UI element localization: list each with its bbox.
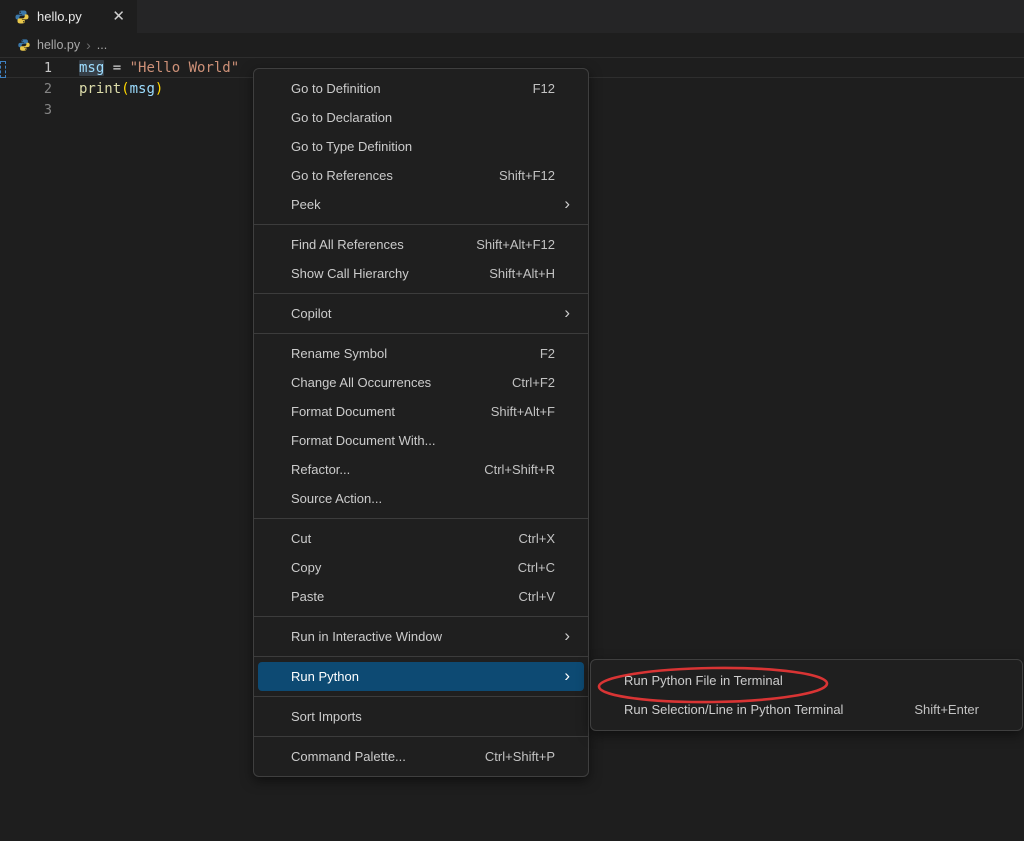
menu-item-label: Command Palette...	[291, 749, 485, 764]
menu-item-run-python-file-in-terminal[interactable]: Run Python File in Terminal	[591, 666, 1022, 695]
menu-item-shortcut: Ctrl+F2	[512, 375, 555, 390]
menu-item-label: Format Document	[291, 404, 491, 419]
menu-item-copy[interactable]: CopyCtrl+C	[254, 553, 588, 582]
menu-separator	[254, 696, 588, 697]
menu-item-find-all-references[interactable]: Find All ReferencesShift+Alt+F12	[254, 230, 588, 259]
menu-item-run-in-interactive-window[interactable]: Run in Interactive Window›	[254, 622, 588, 651]
menu-item-cut[interactable]: CutCtrl+X	[254, 524, 588, 553]
menu-separator	[254, 616, 588, 617]
menu-item-shortcut: Ctrl+X	[519, 531, 555, 546]
python-icon	[14, 9, 30, 25]
line-number: 1	[0, 60, 52, 76]
menu-item-rename-symbol[interactable]: Rename SymbolF2	[254, 339, 588, 368]
menu-separator	[254, 224, 588, 225]
code-token: msg	[79, 60, 104, 76]
menu-item-change-all-occurrences[interactable]: Change All OccurrencesCtrl+F2	[254, 368, 588, 397]
menu-item-label: Find All References	[291, 237, 476, 252]
line-number: 3	[0, 102, 52, 118]
menu-item-label: Format Document With...	[291, 433, 570, 448]
breadcrumb[interactable]: hello.py › ...	[0, 33, 1024, 57]
menu-item-source-action[interactable]: Source Action...	[254, 484, 588, 513]
python-icon	[17, 38, 31, 52]
line-number: 2	[0, 81, 52, 97]
run-python-submenu: Run Python File in Terminal Run Selection…	[590, 659, 1023, 731]
menu-item-sort-imports[interactable]: Sort Imports	[254, 702, 588, 731]
menu-item-peek[interactable]: Peek›	[254, 190, 588, 219]
code-text: print(msg)	[79, 81, 163, 97]
code-token: print	[79, 81, 121, 97]
menu-item-shortcut: Shift+Enter	[914, 702, 979, 717]
menu-item-label: Refactor...	[291, 462, 484, 477]
menu-separator	[254, 736, 588, 737]
menu-item-shortcut: Ctrl+V	[519, 589, 555, 604]
menu-item-label: Copy	[291, 560, 518, 575]
menu-item-shortcut: Ctrl+Shift+R	[484, 462, 555, 477]
code-token: (	[121, 81, 129, 97]
menu-item-label: Source Action...	[291, 491, 570, 506]
menu-item-label: Run Python	[291, 669, 564, 684]
submenu-chevron-icon: ›	[564, 195, 570, 212]
submenu-chevron-icon: ›	[564, 627, 570, 644]
menu-item-label: Paste	[291, 589, 519, 604]
editor-focus-marker	[0, 61, 6, 78]
menu-item-shortcut: F2	[540, 346, 555, 361]
menu-item-go-to-declaration[interactable]: Go to Declaration	[254, 103, 588, 132]
tab-title: hello.py	[37, 9, 103, 24]
menu-item-shortcut: Ctrl+C	[518, 560, 555, 575]
menu-item-refactor[interactable]: Refactor...Ctrl+Shift+R	[254, 455, 588, 484]
vscode-window: { "colors": { "editor_bg": "#1e1e1e", "t…	[0, 0, 1024, 841]
code-token: )	[155, 81, 163, 97]
menu-separator	[254, 518, 588, 519]
breadcrumb-file[interactable]: hello.py	[37, 38, 80, 52]
tab-hello-py[interactable]: hello.py ✕	[0, 0, 137, 33]
menu-item-label: Run in Interactive Window	[291, 629, 564, 644]
menu-item-go-to-type-definition[interactable]: Go to Type Definition	[254, 132, 588, 161]
menu-item-shortcut: Shift+Alt+H	[489, 266, 555, 281]
menu-item-label: Go to References	[291, 168, 499, 183]
menu-item-label: Sort Imports	[291, 709, 570, 724]
menu-item-run-python[interactable]: Run Python›	[258, 662, 584, 691]
menu-item-shortcut: Ctrl+Shift+P	[485, 749, 555, 764]
breadcrumb-ellipsis[interactable]: ...	[97, 38, 107, 52]
menu-item-shortcut: Shift+F12	[499, 168, 555, 183]
menu-separator	[254, 293, 588, 294]
code-text: msg = "Hello World"	[79, 60, 239, 76]
menu-item-shortcut: Shift+Alt+F	[491, 404, 555, 419]
menu-item-command-palette[interactable]: Command Palette...Ctrl+Shift+P	[254, 742, 588, 771]
menu-separator	[254, 656, 588, 657]
menu-item-label: Change All Occurrences	[291, 375, 512, 390]
menu-item-go-to-definition[interactable]: Go to DefinitionF12	[254, 74, 588, 103]
menu-item-format-document[interactable]: Format DocumentShift+Alt+F	[254, 397, 588, 426]
menu-item-label: Copilot	[291, 306, 564, 321]
menu-separator	[254, 333, 588, 334]
menu-item-label: Go to Declaration	[291, 110, 570, 125]
submenu-chevron-icon: ›	[564, 667, 570, 684]
code-token: "Hello World"	[130, 60, 240, 76]
menu-item-copilot[interactable]: Copilot›	[254, 299, 588, 328]
menu-item-label: Cut	[291, 531, 519, 546]
code-token: =	[104, 60, 129, 76]
context-menu: Go to DefinitionF12 Go to Declaration Go t…	[253, 68, 589, 777]
tab-close-icon[interactable]: ✕	[110, 9, 127, 24]
tab-bar: hello.py ✕	[0, 0, 1024, 33]
menu-item-label: Rename Symbol	[291, 346, 540, 361]
code-token: msg	[130, 81, 155, 97]
menu-item-label: Show Call Hierarchy	[291, 266, 489, 281]
menu-item-label: Run Selection/Line in Python Terminal	[624, 702, 914, 717]
submenu-chevron-icon: ›	[564, 304, 570, 321]
menu-item-go-to-references[interactable]: Go to ReferencesShift+F12	[254, 161, 588, 190]
menu-item-shortcut: F12	[533, 81, 555, 96]
menu-item-label: Peek	[291, 197, 564, 212]
menu-item-paste[interactable]: PasteCtrl+V	[254, 582, 588, 611]
menu-item-label: Run Python File in Terminal	[624, 673, 994, 688]
menu-item-shortcut: Shift+Alt+F12	[476, 237, 555, 252]
chevron-right-icon: ›	[86, 37, 91, 53]
menu-item-format-document-with[interactable]: Format Document With...	[254, 426, 588, 455]
menu-item-show-call-hierarchy[interactable]: Show Call HierarchyShift+Alt+H	[254, 259, 588, 288]
menu-item-label: Go to Definition	[291, 81, 533, 96]
menu-item-label: Go to Type Definition	[291, 139, 570, 154]
menu-item-run-selection-line-in-python-terminal[interactable]: Run Selection/Line in Python TerminalShi…	[591, 695, 1022, 724]
